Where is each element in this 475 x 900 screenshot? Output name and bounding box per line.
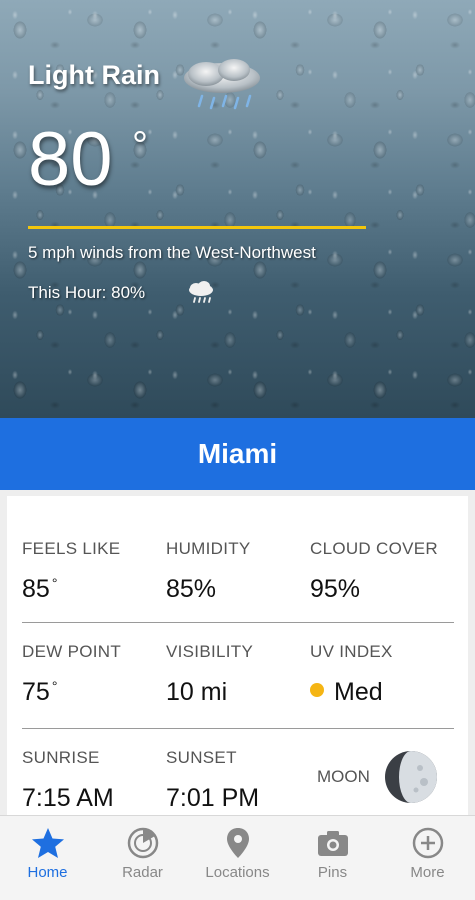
- nav-more-label: More: [410, 864, 445, 881]
- humidity-value: 85%: [166, 575, 217, 603]
- weather-details-card: FEELS LIKE 85 ° HUMIDITY 85% CLOUD COVER …: [7, 496, 468, 816]
- visibility-label: VISIBILITY: [166, 642, 254, 661]
- nav-home[interactable]: Home: [0, 816, 95, 900]
- moon-label: MOON: [317, 767, 370, 786]
- camera-icon: [317, 831, 348, 856]
- details-row-2: DEW POINT 75 ° VISIBILITY 10 mi UV INDEX …: [7, 622, 468, 728]
- nav-pins-label: Pins: [317, 864, 348, 881]
- feels-like-label: FEELS LIKE: [22, 539, 121, 558]
- uv-level-dot: [310, 683, 324, 697]
- location-pin-icon: [226, 828, 249, 858]
- sunrise-value: 7:15 AM: [22, 784, 114, 812]
- dew-point-cell: DEW POINT 75 °: [22, 642, 121, 707]
- sunrise-cell: SUNRISE 7:15 AM: [22, 748, 114, 813]
- moon-phase-icon: [384, 751, 437, 803]
- cloud-cover-value: 95%: [310, 575, 361, 603]
- rain-cloud-icon: [189, 281, 213, 303]
- details-row-3: SUNRISE 7:15 AM SUNSET 7:01 PM MOON: [7, 728, 468, 816]
- sunset-label: SUNSET: [166, 748, 237, 767]
- dew-point-value: 75 °: [22, 678, 58, 706]
- wind-description: 5 mph winds from the West-Northwest: [28, 243, 316, 262]
- cloud-cover-label: CLOUD COVER: [310, 539, 438, 558]
- humidity-label: HUMIDITY: [166, 539, 251, 558]
- uv-index-cell: UV INDEX Med: [310, 642, 393, 707]
- feels-like-value: 85 °: [22, 575, 58, 603]
- cloud-cover-cell: CLOUD COVER 95%: [310, 539, 438, 604]
- nav-radar-label: Radar: [122, 864, 163, 881]
- city-name: Miami: [197, 438, 278, 469]
- feels-like-cell: FEELS LIKE 85 °: [22, 539, 120, 604]
- nav-radar[interactable]: Radar: [95, 816, 190, 900]
- nav-locations-label: Locations: [205, 864, 270, 881]
- humidity-cell: HUMIDITY 85%: [166, 539, 251, 604]
- weather-hero: Light Rain 80 ° 5 mph winds from the Wes…: [0, 0, 475, 418]
- visibility-value: 10 mi: [166, 678, 228, 706]
- plus-circle-icon: [412, 827, 443, 859]
- bottom-navigation: Home Radar Locations Pins More: [0, 815, 475, 900]
- nav-pins[interactable]: Pins: [285, 816, 380, 900]
- nav-home-label: Home: [27, 864, 68, 881]
- temperature-degree-symbol: °: [132, 124, 148, 168]
- nav-more[interactable]: More: [380, 816, 475, 900]
- condition-text: Light Rain: [28, 60, 160, 90]
- star-icon: [31, 828, 64, 858]
- sunrise-label: SUNRISE: [22, 748, 100, 767]
- accent-divider: [28, 226, 366, 229]
- uv-index-label: UV INDEX: [310, 642, 393, 661]
- dew-point-label: DEW POINT: [22, 642, 122, 661]
- nav-locations[interactable]: Locations: [190, 816, 285, 900]
- moon-cell: MOON: [317, 750, 438, 804]
- cloud-rain-icon: [184, 59, 260, 110]
- sunset-value: 7:01 PM: [166, 784, 260, 812]
- details-row-1: FEELS LIKE 85 ° HUMIDITY 85% CLOUD COVER …: [7, 496, 468, 622]
- city-name-bar[interactable]: Miami: [0, 418, 475, 490]
- precipitation-this-hour: This Hour: 80%: [28, 283, 146, 302]
- sunset-cell: SUNSET 7:01 PM: [166, 748, 259, 813]
- uv-index-value: Med: [310, 678, 393, 707]
- radar-icon: [127, 827, 158, 859]
- visibility-cell: VISIBILITY 10 mi: [166, 642, 253, 707]
- current-temperature: 80: [28, 117, 113, 202]
